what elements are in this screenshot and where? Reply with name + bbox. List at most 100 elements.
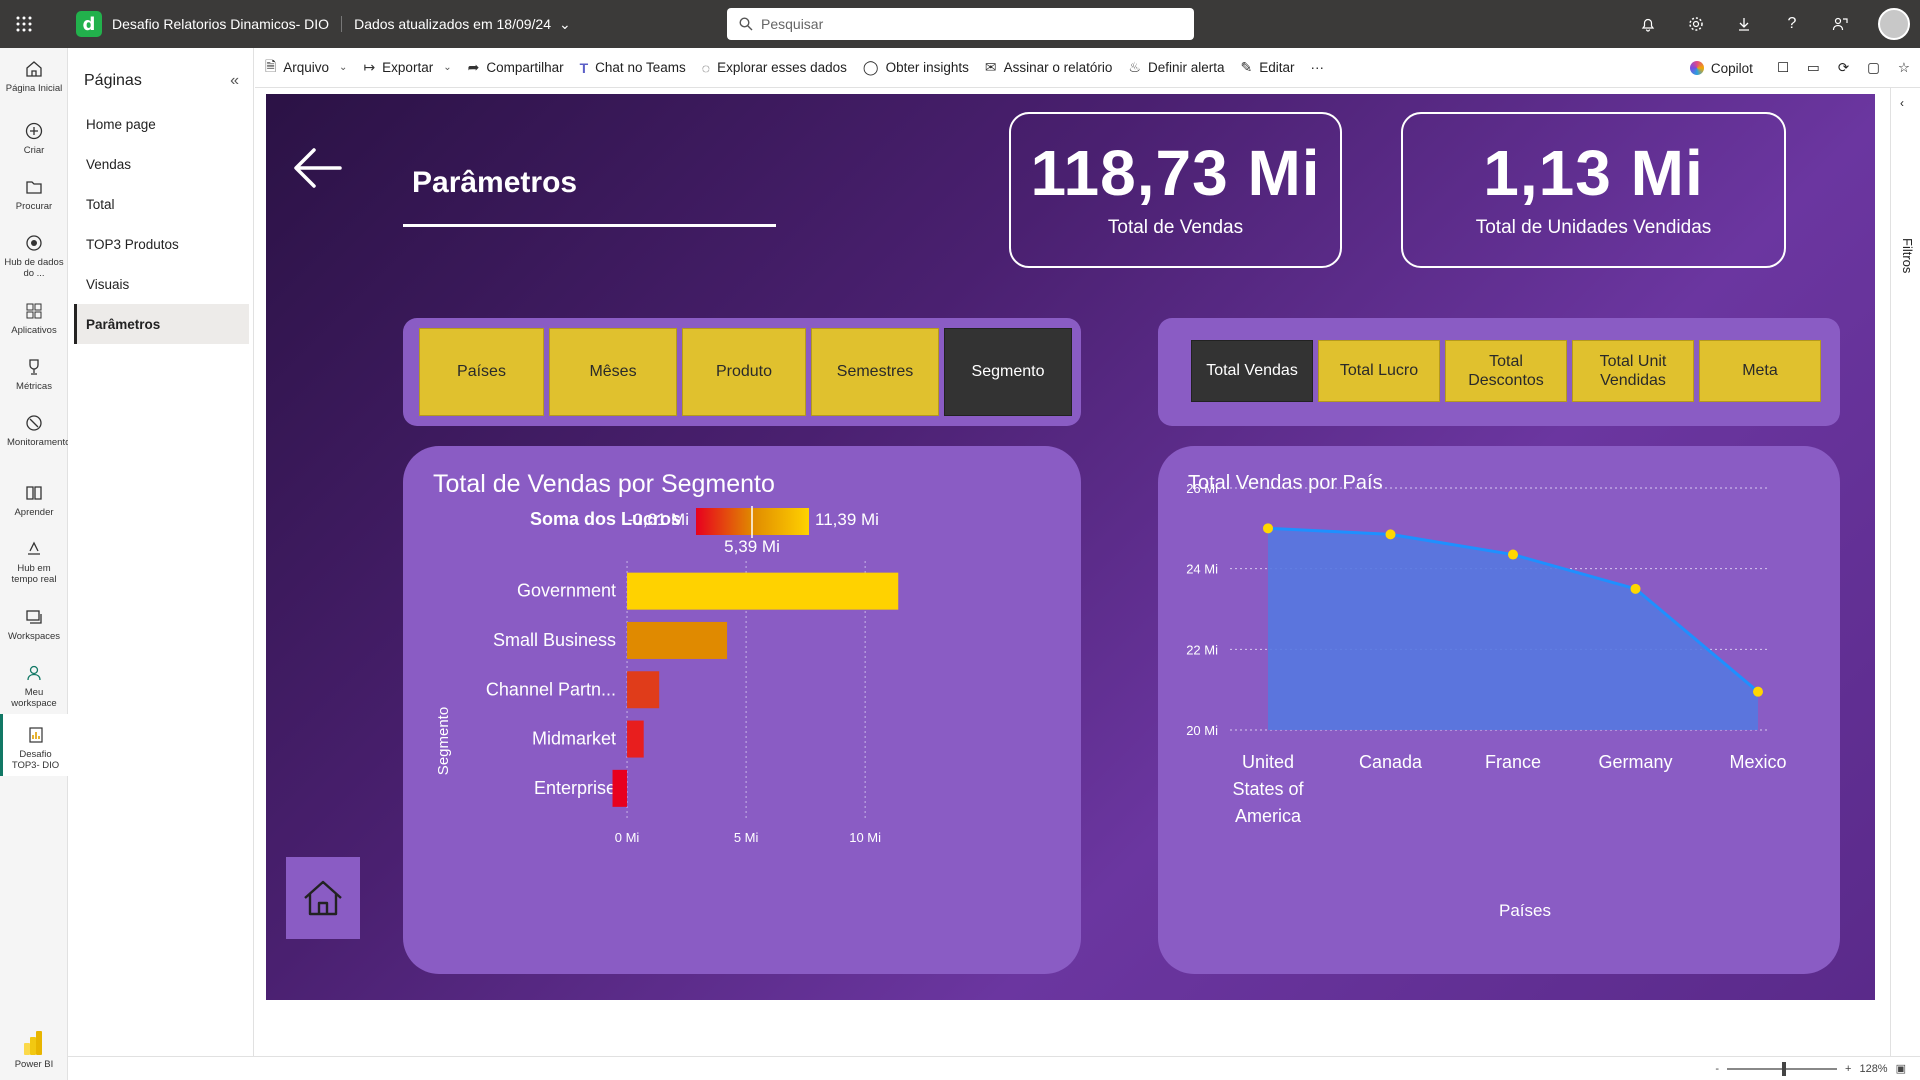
more-options-button[interactable]: ··· <box>1311 60 1325 75</box>
measure-slicer: Total Vendas Total Lucro Total Descontos… <box>1158 318 1840 426</box>
bar[interactable] <box>627 720 644 758</box>
slicer-option-produto[interactable]: Produto <box>682 328 806 416</box>
explore-data-button[interactable]: ◌ Explorar esses dados <box>702 60 847 76</box>
trophy-icon <box>23 356 45 378</box>
nav-workspaces[interactable]: Workspaces <box>0 596 68 652</box>
zoom-out-button[interactable]: - <box>1715 1063 1719 1075</box>
plus-circle-icon <box>23 120 45 142</box>
export-label: Exportar <box>382 60 434 75</box>
data-updated-label: Dados atualizados em 18/09/24 <box>354 16 551 32</box>
report-title[interactable]: Desafio Relatorios Dinamicos- DIO <box>112 16 343 32</box>
powerbi-logo[interactable]: Power BI <box>0 1031 68 1070</box>
chevron-left-icon[interactable]: ‹ <box>1900 96 1904 110</box>
x-tick-label: 5 Mi <box>734 830 759 845</box>
data-point[interactable] <box>1263 523 1273 534</box>
home-button[interactable] <box>286 857 360 939</box>
gear-icon[interactable] <box>1686 14 1706 34</box>
app-launcher-icon[interactable] <box>0 0 48 48</box>
nav-current-report[interactable]: Desafio TOP3- DIO <box>0 714 68 776</box>
bar[interactable] <box>612 769 628 807</box>
kpi-value: 1,13 Mi <box>1483 137 1704 209</box>
subscribe-icon: ✉ <box>984 59 997 75</box>
copilot-button[interactable]: Copilot <box>1689 61 1753 76</box>
nav-my-workspace[interactable]: Meu workspace <box>0 652 68 714</box>
page-link-total[interactable]: Total <box>74 184 249 224</box>
subscribe-button[interactable]: ✉ Assinar o relatório <box>985 59 1113 76</box>
zoom-level[interactable]: 128% <box>1859 1063 1887 1075</box>
data-point[interactable] <box>1630 583 1641 594</box>
search-input[interactable]: Pesquisar <box>727 8 1194 40</box>
zoom-slider[interactable] <box>1727 1061 1838 1076</box>
zoom-thumb[interactable] <box>1782 1061 1787 1076</box>
star-icon[interactable]: ☆ <box>1898 60 1910 76</box>
powerbi-label: Power BI <box>14 1059 54 1070</box>
search-icon <box>739 17 753 31</box>
y-tick-label: 24 Mi <box>1186 562 1218 577</box>
nav-home[interactable]: Página Inicial <box>0 48 68 110</box>
slicer-option-paises[interactable]: Países <box>419 328 544 416</box>
teams-chat-button[interactable]: T Chat no Teams <box>580 60 686 76</box>
kpi-label: Total de Vendas <box>1107 217 1244 238</box>
chevron-down-icon: ⌄ <box>443 62 452 73</box>
share-button[interactable]: ➦ Compartilhar <box>468 59 564 76</box>
bar[interactable] <box>627 671 660 709</box>
set-alert-button[interactable]: ♨ Definir alerta <box>1128 59 1224 76</box>
slicer-option-total-lucro[interactable]: Total Lucro <box>1318 340 1440 402</box>
bookmark-icon[interactable]: ☐ <box>1777 60 1789 76</box>
slicer-option-total-descontos[interactable]: Total Descontos <box>1445 340 1567 402</box>
area-chart-panel: Total Vendas por País 20 Mi 22 Mi 24 Mi 26 … <box>1158 446 1840 974</box>
slicer-option-total-unit-vendidas[interactable]: Total Unit Vendidas <box>1572 340 1694 402</box>
fit-page-icon[interactable]: ▣ <box>1896 1062 1906 1075</box>
data-point[interactable] <box>1508 549 1518 560</box>
avatar[interactable] <box>1878 8 1910 40</box>
refresh-icon[interactable]: ⟳ <box>1838 60 1849 76</box>
area-chart: 20 Mi 22 Mi 24 Mi 26 Mi United States of Amer… <box>1186 481 1786 920</box>
collapse-icon[interactable]: « <box>230 72 239 90</box>
insights-button[interactable]: ◯ Obter insights <box>863 59 969 76</box>
file-menu-button[interactable]: 🗎 Arquivo ⌄ <box>265 56 347 80</box>
title-underline <box>403 224 776 227</box>
bar[interactable] <box>627 621 728 659</box>
data-updated-dropdown[interactable]: Dados atualizados em 18/09/24 ⌄ <box>354 16 571 33</box>
nav-monitoring[interactable]: Monitoramento <box>0 402 70 472</box>
page-link-parametros[interactable]: Parâmetros <box>74 304 249 344</box>
zoom-in-button[interactable]: + <box>1845 1063 1851 1075</box>
nav-apps[interactable]: Aplicativos <box>0 290 68 346</box>
edit-button[interactable]: ✎ Editar <box>1241 59 1295 76</box>
nav-metrics[interactable]: Métricas <box>0 346 68 402</box>
nav-learn[interactable]: Aprender <box>0 472 68 528</box>
back-arrow-icon[interactable] <box>288 138 348 198</box>
nav-create[interactable]: Criar <box>0 110 68 166</box>
bell-icon[interactable] <box>1638 14 1658 34</box>
nav-label: Hub em tempo real <box>11 563 57 585</box>
page-link-visuais[interactable]: Visuais <box>74 264 249 304</box>
filters-pane[interactable]: ‹ Filtros <box>1890 88 1920 1056</box>
slicer-option-meses[interactable]: Mêses <box>549 328 677 416</box>
share-people-icon[interactable] <box>1830 14 1850 34</box>
data-point[interactable] <box>1385 529 1396 540</box>
slicer-option-segmento[interactable]: Segmento <box>944 328 1072 416</box>
report-canvas: Parâmetros 118,73 Mi Total de Vendas 1,1… <box>266 94 1875 1000</box>
nav-data-hub[interactable]: Hub de dados do ... <box>0 222 68 290</box>
pages-panel: Páginas « Home page Vendas Total TOP3 Pr… <box>68 48 254 1056</box>
page-link-vendas[interactable]: Vendas <box>74 144 249 184</box>
copilot-icon <box>1689 61 1704 75</box>
help-icon[interactable]: ? <box>1782 14 1802 34</box>
download-icon[interactable] <box>1734 14 1754 34</box>
slicer-option-meta[interactable]: Meta <box>1699 340 1821 402</box>
page-link-top3[interactable]: TOP3 Produtos <box>74 224 249 264</box>
page-link-home[interactable]: Home page <box>74 104 249 144</box>
view-icon[interactable]: ▭ <box>1807 60 1820 76</box>
slicer-option-total-vendas[interactable]: Total Vendas <box>1191 340 1313 402</box>
export-menu-button[interactable]: ↦ Exportar ⌄ <box>363 59 451 76</box>
y-tick-label: Government <box>517 581 616 601</box>
slicer-option-semestres[interactable]: Semestres <box>811 328 939 416</box>
y-tick-label: Midmarket <box>532 729 616 749</box>
top-bar: d Desafio Relatorios Dinamicos- DIO Dado… <box>0 0 1920 48</box>
bar[interactable] <box>627 572 899 610</box>
nav-realtime[interactable]: Hub em tempo real <box>0 528 68 596</box>
data-point[interactable] <box>1753 686 1763 697</box>
nav-browse[interactable]: Procurar <box>0 166 68 222</box>
export-icon: ↦ <box>363 59 376 75</box>
comment-icon[interactable]: ▢ <box>1867 60 1880 76</box>
